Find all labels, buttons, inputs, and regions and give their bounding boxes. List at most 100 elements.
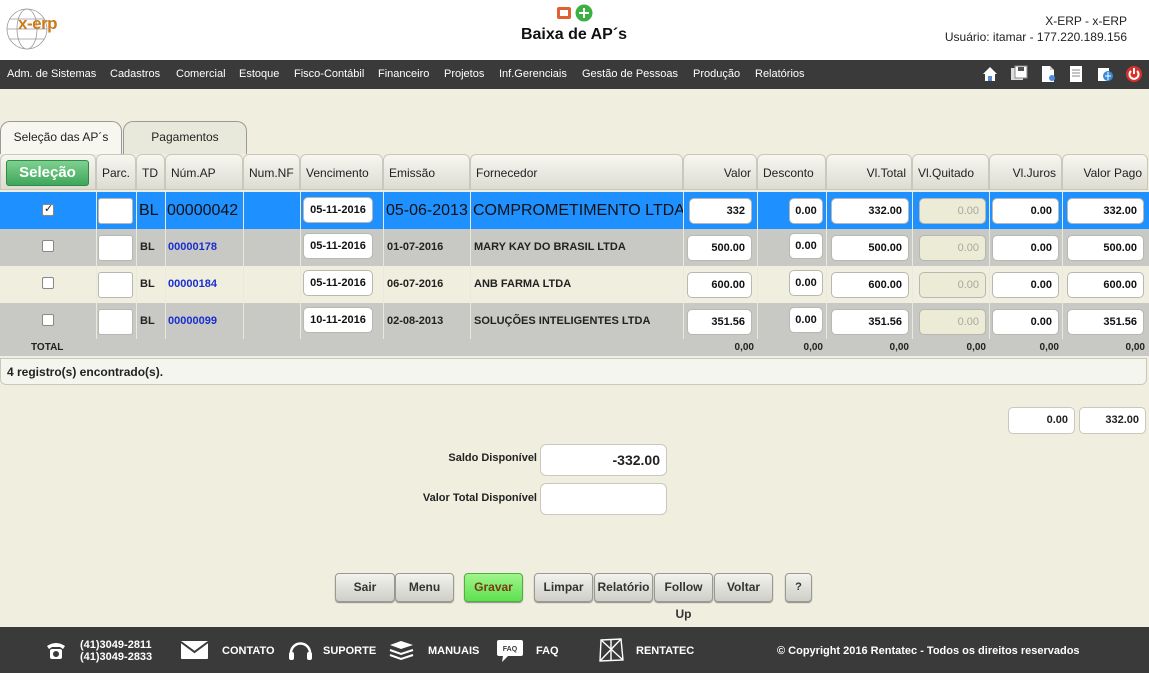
desconto-input[interactable]: 0.00 <box>789 307 823 333</box>
valor-pago-input[interactable]: 351.56 <box>1067 309 1144 335</box>
faq-link[interactable]: FAQ <box>536 645 559 657</box>
col-emissao: Emissão <box>383 154 470 190</box>
menu-fisco-contabil[interactable]: Fisco-Contábil <box>294 68 364 80</box>
col-valor-pago: Valor Pago <box>1062 154 1148 190</box>
total-label: TOTAL <box>31 342 64 353</box>
vl-total-input[interactable]: 332.00 <box>831 198 909 224</box>
col-td: TD <box>136 154 165 190</box>
phone-number-1: (41)3049-2811 <box>80 639 152 651</box>
rentatec-link[interactable]: RENTATEC <box>636 645 694 657</box>
col-parc: Parc. <box>96 154 136 190</box>
help-button[interactable]: ? <box>785 573 812 602</box>
power-icon[interactable] <box>1125 65 1143 83</box>
sair-button[interactable]: Sair <box>335 573 395 602</box>
globe-icon[interactable] <box>1096 65 1114 83</box>
vl-total-input[interactable]: 500.00 <box>831 235 909 261</box>
vl-juros-input[interactable]: 0.00 <box>992 309 1059 335</box>
manuais-link[interactable]: MANUAIS <box>428 645 479 657</box>
parc-input[interactable] <box>98 235 133 261</box>
envelope-icon[interactable] <box>181 641 208 659</box>
vl-juros-input[interactable]: 0.00 <box>992 198 1059 224</box>
parc-input[interactable] <box>98 198 133 224</box>
books-icon[interactable] <box>388 639 415 663</box>
vl-juros-input[interactable]: 0.00 <box>992 235 1059 261</box>
contato-link[interactable]: CONTATO <box>222 645 275 657</box>
menu-cadastros[interactable]: Cadastros <box>110 68 160 80</box>
table-row[interactable]: BL 00000042 05-11-2016 05-06-2013 COMPRO… <box>0 192 1149 229</box>
saldo-disponivel-label: Saldo Disponível <box>448 452 537 464</box>
pago-total-field: 332.00 <box>1079 407 1146 434</box>
row-checkbox[interactable] <box>42 277 54 289</box>
row-checkbox[interactable] <box>42 240 54 252</box>
menu-producao[interactable]: Produção <box>693 68 740 80</box>
parc-input[interactable] <box>98 272 133 298</box>
vencimento-input[interactable]: 05-11-2016 <box>303 233 373 259</box>
valor-input[interactable]: 500.00 <box>687 235 752 261</box>
menu-inf-gerenciais[interactable]: Inf.Gerenciais <box>499 68 567 80</box>
vl-total-input[interactable]: 351.56 <box>831 309 909 335</box>
tab-selecao-aps[interactable]: Seleção das AP´s <box>0 121 122 154</box>
valor-input[interactable]: 351.56 <box>687 309 752 335</box>
total-vl-quitado: 0,00 <box>966 342 986 353</box>
menu-financeiro[interactable]: Financeiro <box>378 68 429 80</box>
desconto-input[interactable]: 0.00 <box>789 270 823 296</box>
limpar-button[interactable]: Limpar <box>534 573 593 602</box>
vencimento-input[interactable]: 05-11-2016 <box>303 270 373 296</box>
header-icons <box>557 4 593 22</box>
emissao-cell: 06-07-2016 <box>387 278 444 290</box>
relatorio-button[interactable]: Relatório <box>594 573 653 602</box>
menu-estoque[interactable]: Estoque <box>239 68 279 80</box>
col-separator <box>470 192 471 356</box>
table-row[interactable]: BL 00000184 05-11-2016 06-07-2016 ANB FA… <box>0 266 1149 303</box>
num-ap-link[interactable]: 00000042 <box>167 192 238 229</box>
emissao-cell: 02-08-2013 <box>387 315 444 327</box>
menu-gestao-pessoas[interactable]: Gestão de Pessoas <box>582 68 678 80</box>
col-separator <box>1062 192 1063 356</box>
desconto-input[interactable]: 0.00 <box>789 198 823 224</box>
save-icon[interactable] <box>1010 65 1028 83</box>
phone-icon <box>47 643 65 659</box>
valor-pago-input[interactable]: 332.00 <box>1067 198 1144 224</box>
parc-input[interactable] <box>98 309 133 335</box>
vencimento-input[interactable]: 05-11-2016 <box>303 197 373 223</box>
table-row[interactable]: BL 00000178 05-11-2016 01-07-2016 MARY K… <box>0 229 1149 266</box>
emissao-cell: 05-06-2013 <box>386 202 468 219</box>
follow-up-button[interactable]: Follow Up <box>654 573 713 621</box>
col-desconto: Desconto <box>757 154 826 190</box>
vl-total-input[interactable]: 600.00 <box>831 272 909 298</box>
menu-relatorios[interactable]: Relatórios <box>755 68 805 80</box>
valor-input[interactable]: 600.00 <box>687 272 752 298</box>
table-row[interactable]: BL 00000099 10-11-2016 02-08-2013 SOLUÇÕ… <box>0 303 1149 340</box>
td-cell: BL <box>140 241 155 253</box>
fornecedor-cell: SOLUÇÕES INTELIGENTES LTDA <box>474 315 651 327</box>
tab-pagamentos[interactable]: Pagamentos <box>123 121 247 154</box>
gravar-button[interactable]: Gravar <box>464 573 523 602</box>
faq-bubble-icon[interactable]: FAQ <box>496 638 524 664</box>
num-ap-link[interactable]: 00000178 <box>168 229 217 266</box>
menu-projetos[interactable]: Projetos <box>444 68 484 80</box>
suporte-link[interactable]: SUPORTE <box>323 645 376 657</box>
records-found-status: 4 registro(s) encontrado(s). <box>0 358 1147 385</box>
notes-icon[interactable] <box>1067 65 1085 83</box>
valor-total-disponivel-input[interactable] <box>540 483 667 515</box>
fornecedor-cell: COMPROMETIMENTO LTDA <box>473 202 683 219</box>
vl-juros-input[interactable]: 0.00 <box>992 272 1059 298</box>
valor-pago-input[interactable]: 600.00 <box>1067 272 1144 298</box>
menu-comercial[interactable]: Comercial <box>176 68 226 80</box>
voltar-button[interactable]: Voltar <box>714 573 773 602</box>
row-checkbox[interactable] <box>42 202 54 216</box>
home-icon[interactable] <box>981 65 999 83</box>
menu-button[interactable]: Menu <box>395 573 454 602</box>
headset-icon[interactable] <box>287 639 314 663</box>
valor-pago-input[interactable]: 500.00 <box>1067 235 1144 261</box>
menu-adm-sistemas[interactable]: Adm. de Sistemas <box>7 68 96 80</box>
num-ap-link[interactable]: 00000184 <box>168 266 217 303</box>
col-fornecedor: Fornecedor <box>470 154 683 190</box>
document-icon[interactable] <box>1039 65 1057 83</box>
valor-input[interactable]: 332 <box>689 198 752 224</box>
selecao-button[interactable]: Seleção <box>6 160 89 186</box>
num-ap-link[interactable]: 00000099 <box>168 303 217 340</box>
vencimento-input[interactable]: 10-11-2016 <box>303 307 373 333</box>
row-checkbox[interactable] <box>42 314 54 326</box>
desconto-input[interactable]: 0.00 <box>789 233 823 259</box>
